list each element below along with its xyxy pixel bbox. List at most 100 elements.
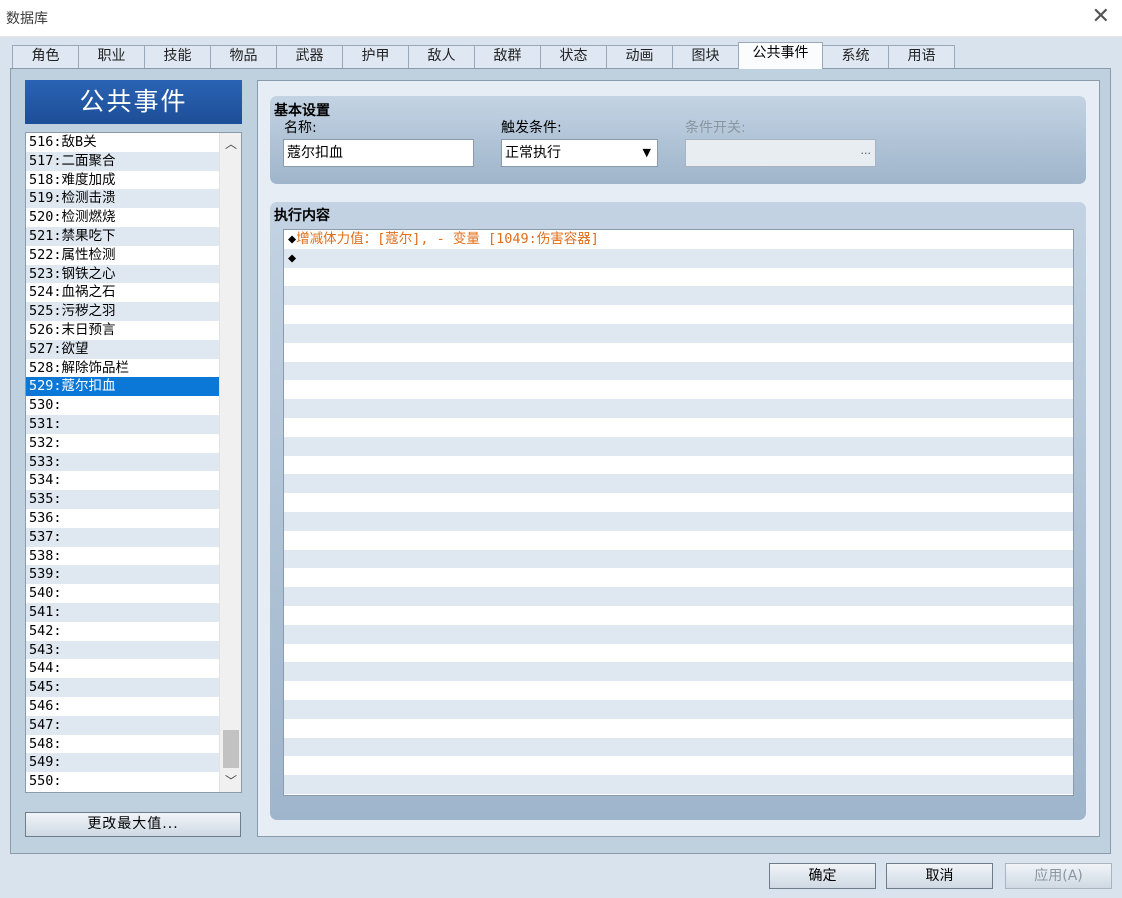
exec-line[interactable] (284, 606, 1073, 625)
list-item[interactable]: 544: (26, 659, 219, 678)
exec-line[interactable] (284, 756, 1073, 775)
name-input[interactable]: 蔻尔扣血 (283, 139, 474, 167)
list-item[interactable]: 549: (26, 753, 219, 773)
exec-line[interactable] (284, 699, 1073, 719)
list-item[interactable]: 526:末日预言 (26, 321, 219, 340)
exec-line[interactable] (284, 775, 1073, 794)
list-scrollbar[interactable]: ︿ ﹀ (219, 133, 241, 792)
apply-button[interactable]: 应用(A) (1005, 863, 1112, 889)
tab-5[interactable]: 护甲 (342, 45, 409, 68)
list-item[interactable]: 542: (26, 622, 219, 641)
list-item[interactable]: 537: (26, 527, 219, 547)
switch-label: 条件开关: (685, 120, 746, 136)
exec-line[interactable] (284, 493, 1073, 512)
exec-command-list[interactable]: ◆增减体力值：[蔻尔], - 变量 [1049:伤害容器] ◆ (283, 229, 1074, 796)
diamond-icon: ◆ (288, 249, 297, 266)
list-item[interactable]: 518:难度加成 (26, 171, 219, 190)
list-item[interactable]: 535: (26, 490, 219, 509)
exec-content-title: 执行内容 (274, 208, 330, 224)
list-item[interactable]: 543: (26, 640, 219, 660)
tab-10[interactable]: 图块 (672, 45, 739, 68)
list-item[interactable]: 531: (26, 414, 219, 434)
list-item[interactable]: 530: (26, 396, 219, 415)
ok-button[interactable]: 确定 (769, 863, 876, 889)
exec-line[interactable] (284, 737, 1073, 757)
exec-line[interactable] (284, 343, 1073, 362)
list-item[interactable]: 538: (26, 547, 219, 566)
exec-line[interactable] (284, 399, 1073, 418)
tab-12[interactable]: 系统 (822, 45, 889, 68)
list-item[interactable]: 533: (26, 452, 219, 472)
tab-8[interactable]: 状态 (540, 45, 607, 68)
tab-1[interactable]: 职业 (78, 45, 145, 68)
list-item[interactable]: 522:属性检测 (26, 246, 219, 265)
tab-0[interactable]: 角色 (12, 45, 79, 68)
tab-3[interactable]: 物品 (210, 45, 277, 68)
exec-line[interactable] (284, 474, 1073, 494)
exec-line[interactable]: ◆增减体力值：[蔻尔], - 变量 [1049:伤害容器] (284, 230, 1073, 249)
tab-13[interactable]: 用语 (888, 45, 955, 68)
list-item[interactable]: 534: (26, 471, 219, 490)
list-item[interactable]: 523:钢铁之心 (26, 264, 219, 284)
exec-line[interactable] (284, 380, 1073, 399)
chevron-down-icon[interactable]: ﹀ (225, 772, 237, 789)
list-item[interactable]: 546: (26, 697, 219, 716)
list-item[interactable]: 516:敌B关 (26, 133, 219, 152)
list-item[interactable]: 525:污秽之羽 (26, 302, 219, 321)
chevron-up-icon[interactable]: ︿ (225, 135, 237, 152)
exec-line[interactable]: ◆ (284, 248, 1073, 268)
exec-line[interactable] (284, 662, 1073, 682)
exec-line[interactable] (284, 531, 1073, 550)
tab-4[interactable]: 武器 (276, 45, 343, 68)
list-item[interactable]: 550: (26, 772, 219, 791)
cancel-button[interactable]: 取消 (886, 863, 993, 889)
exec-line[interactable] (284, 305, 1073, 324)
list-item[interactable]: 536: (26, 509, 219, 528)
caret-down-icon: ▼ (642, 146, 651, 159)
list-item[interactable]: 517:二面聚合 (26, 151, 219, 171)
exec-line[interactable] (284, 511, 1073, 531)
common-event-list[interactable]: 516:敌B关 517:二面聚合 518:难度加成 519:检测击溃 520:检测燃烧 5… (25, 132, 242, 793)
tab-9[interactable]: 动画 (606, 45, 673, 68)
tab-11[interactable]: 公共事件 (738, 42, 823, 69)
exec-line[interactable] (284, 719, 1073, 738)
list-item[interactable]: 520:检测燃烧 (26, 208, 219, 227)
exec-line[interactable] (284, 456, 1073, 475)
trigger-select[interactable]: 正常执行 ▼ (501, 139, 658, 167)
list-header: 公共事件 (25, 80, 242, 124)
exec-line[interactable] (284, 681, 1073, 700)
exec-line[interactable] (284, 549, 1073, 569)
list-item[interactable]: 548: (26, 735, 219, 754)
exec-line[interactable] (284, 568, 1073, 587)
list-item[interactable]: 529:蔻尔扣血 (26, 377, 219, 397)
exec-line[interactable] (284, 587, 1073, 606)
list-item[interactable]: 540: (26, 584, 219, 603)
name-label: 名称: (284, 120, 317, 136)
list-item[interactable]: 539: (26, 565, 219, 585)
list-item[interactable]: 541: (26, 602, 219, 622)
list-item[interactable]: 528:解除饰品栏 (26, 359, 219, 378)
list-item[interactable]: 532: (26, 434, 219, 453)
change-max-button[interactable]: 更改最大值... (25, 812, 241, 837)
exec-line[interactable] (284, 268, 1073, 287)
trigger-value: 正常执行 (505, 145, 561, 161)
exec-line[interactable] (284, 323, 1073, 343)
tab-7[interactable]: 敌群 (474, 45, 541, 68)
list-item[interactable]: 527:欲望 (26, 339, 219, 359)
list-item[interactable]: 547: (26, 715, 219, 735)
scrollbar-thumb[interactable] (223, 730, 239, 768)
list-item[interactable]: 524:血祸之石 (26, 283, 219, 302)
exec-line[interactable] (284, 436, 1073, 456)
exec-line[interactable] (284, 624, 1073, 644)
list-item[interactable]: 521:禁果吃下 (26, 226, 219, 246)
tab-6[interactable]: 敌人 (408, 45, 475, 68)
list-item[interactable]: 545: (26, 678, 219, 697)
exec-line[interactable] (284, 286, 1073, 306)
close-icon[interactable]: ✕ (1092, 4, 1110, 30)
tab-2[interactable]: 技能 (144, 45, 211, 68)
exec-line[interactable] (284, 644, 1073, 663)
list-item[interactable]: 519:检测击溃 (26, 189, 219, 209)
exec-line[interactable] (284, 418, 1073, 437)
trigger-label: 触发条件: (501, 120, 562, 136)
exec-line[interactable] (284, 361, 1073, 381)
